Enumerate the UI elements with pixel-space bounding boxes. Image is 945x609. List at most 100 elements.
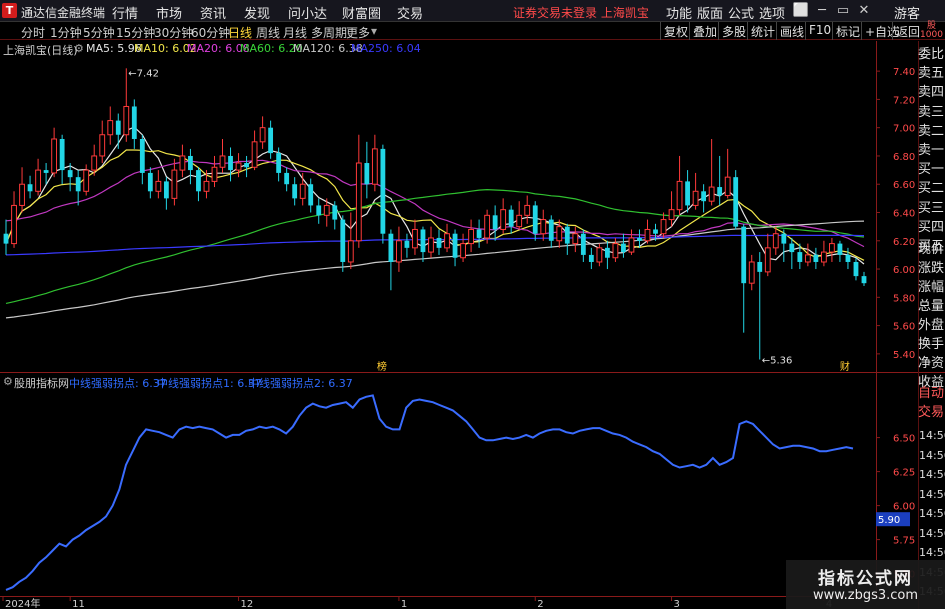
candle-down: [420, 229, 426, 253]
quote-label: 现价: [918, 242, 945, 257]
sub-settings-icon[interactable]: ⚙: [3, 375, 13, 388]
price-tick-label: 6.20: [893, 237, 915, 248]
candle-up: [612, 243, 619, 259]
price-tick-label: 7.00: [893, 124, 915, 135]
candle-up: [155, 180, 162, 192]
sub-tick-label: 6.25: [893, 468, 915, 479]
watermark-url: www.zbgs3.com: [812, 588, 919, 603]
candle-up: [11, 204, 17, 245]
candle-up: [820, 251, 827, 263]
tab-auto[interactable]: 自动: [918, 384, 945, 403]
candle-up: [179, 155, 186, 171]
order-book-label: 委比: [918, 47, 945, 62]
candle-up: [556, 226, 563, 242]
tab-trade[interactable]: 交易: [918, 403, 945, 422]
candle-down: [67, 170, 73, 178]
quote-label: 净资: [918, 356, 945, 371]
main-indicator-bar: 上海凯宝(日线) ⚙ MA5: 5.96 MA10: 6.02 MA20: 6.…: [0, 41, 876, 57]
quote-label: 涨跌: [918, 261, 945, 276]
candle-down: [268, 127, 274, 154]
candle-down: [284, 172, 290, 185]
candle-up: [764, 247, 771, 273]
candle-up: [468, 228, 474, 245]
price-tick-label: 6.80: [893, 152, 915, 163]
candle-down: [196, 170, 201, 192]
candle-down: [27, 184, 33, 192]
date-tick-label: 2024年: [5, 597, 40, 609]
candle-down: [845, 254, 851, 262]
sub-tick-label: 5.75: [893, 536, 915, 547]
candle-up: [219, 155, 226, 168]
cai-marker: 财: [840, 360, 850, 373]
time-cell: 14:56: [919, 468, 945, 481]
candle-up: [596, 247, 603, 263]
candle-down: [115, 120, 121, 135]
sub-indicator-bar: ⚙ 股朋指标网 中线强弱拐点: 6.37 中线强弱拐点1: 6.37 中线强弱拐…: [0, 374, 876, 390]
candle-down: [364, 163, 370, 185]
candle-up: [251, 141, 258, 168]
candle-down: [604, 247, 610, 258]
candle-up: [396, 240, 402, 263]
candle-up: [500, 209, 507, 230]
time-cell: 14:56: [919, 507, 945, 520]
order-book-label: 卖三: [918, 104, 945, 120]
candle-up: [91, 155, 98, 171]
ma250-line: [5, 234, 865, 256]
price-tick-label: 5.60: [893, 322, 915, 333]
date-tick-label: 3: [674, 599, 680, 609]
candle-up: [347, 240, 354, 263]
candle-up: [371, 148, 378, 185]
sub-label-2: 中线强弱拐点2: 6.37: [248, 377, 353, 390]
candle-up: [203, 180, 210, 192]
candle-down: [861, 276, 867, 284]
candle-up: [572, 233, 579, 245]
time-cell: 14:56: [919, 487, 945, 501]
candle-up: [444, 233, 450, 249]
candle-up: [123, 105, 130, 136]
candle-down: [404, 240, 410, 248]
candle-down: [292, 184, 298, 199]
order-book-label: 卖五: [918, 66, 945, 82]
order-book-label: 卖二: [918, 123, 945, 139]
candle-up: [708, 186, 715, 202]
sub-tick-label: 6.50: [893, 434, 915, 445]
candle-down: [532, 205, 538, 234]
candle-up: [211, 166, 218, 182]
kline-chart[interactable]: 7.40 7.20 7.00 6.80 6.60 6.40 6.20 6.00 5.80 5.60…: [0, 0, 945, 609]
candle-down: [75, 177, 81, 192]
candle-up: [676, 180, 683, 211]
time-cell: 14:56: [919, 429, 945, 442]
date-tick-label: 11: [72, 599, 85, 609]
date-tick-label: 12: [241, 599, 254, 609]
order-book-label: 买一: [918, 162, 945, 178]
date-tick-label: 2: [537, 599, 543, 609]
quote-label: 涨幅: [918, 280, 945, 295]
panel-top-label: 股 1000: [920, 21, 943, 40]
date-tick-label: 1: [401, 599, 407, 609]
quote-label: 外盘: [918, 318, 945, 333]
candle-up: [171, 169, 178, 199]
current-value-label: 5.90: [878, 515, 900, 526]
candle-up: [748, 261, 755, 284]
time-cell: 14:56: [919, 526, 945, 540]
candle-up: [668, 209, 675, 221]
sub-indicator-line: [5, 394, 854, 591]
candle-up: [524, 204, 531, 216]
candle-up: [692, 190, 699, 206]
candle-up: [628, 237, 635, 253]
settings-gear-icon[interactable]: ⚙: [74, 42, 84, 55]
candle-up: [540, 219, 547, 235]
candle-down: [492, 215, 498, 230]
candle-down: [733, 177, 739, 227]
price-tick-label: 6.60: [893, 180, 915, 191]
candle-up: [83, 169, 90, 192]
candle-down: [548, 219, 554, 241]
candle-down: [781, 233, 787, 244]
candle-up: [428, 237, 434, 253]
sub-label-0: 中线强弱拐点: 6.37: [69, 377, 167, 390]
candle-down: [685, 181, 690, 206]
candle-up: [804, 254, 811, 263]
high-price-marker: ←7.42: [128, 68, 159, 79]
candle-down: [308, 184, 314, 206]
candle-down: [3, 233, 9, 244]
